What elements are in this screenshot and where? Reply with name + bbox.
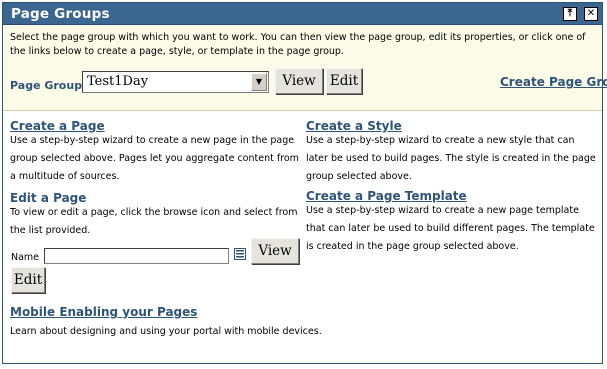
create-page-link[interactable]: Create a Page xyxy=(10,119,105,133)
page-group-selector-band: Select the page group with which you wan… xyxy=(3,26,607,111)
page-name-input[interactable] xyxy=(44,248,229,264)
create-page-group-link[interactable]: Create Page Group xyxy=(500,75,607,89)
page-groups-portlet: Page Groups ⤒ ✕ Select the page group wi… xyxy=(2,2,607,364)
portlet-title: Page Groups xyxy=(11,6,110,22)
create-page-description: Use a step-by-step wizard to create a ne… xyxy=(10,135,299,182)
chevron-down-icon[interactable]: ▼ xyxy=(251,73,267,91)
edit-page-description: To view or edit a page, click the browse… xyxy=(10,207,298,236)
intro-text: Select the page group with which you wan… xyxy=(10,32,586,57)
move-up-icon[interactable]: ⤒ xyxy=(563,7,577,21)
mobile-enabling-description: Learn about designing and using your por… xyxy=(10,326,322,337)
edit-page-group-button[interactable]: Edit xyxy=(326,68,362,94)
create-page-template-link[interactable]: Create a Page Template xyxy=(306,189,467,203)
create-style-link[interactable]: Create a Style xyxy=(306,119,402,133)
browse-list-icon[interactable] xyxy=(234,248,246,260)
create-page-template-description: Use a step-by-step wizard to create a ne… xyxy=(306,205,595,252)
edit-page-heading: Edit a Page xyxy=(10,191,87,205)
page-group-selected-value: Test1Day xyxy=(87,74,149,89)
view-page-group-button[interactable]: View xyxy=(275,68,323,94)
page-group-select[interactable]: Test1Day ▼ xyxy=(82,71,269,93)
portlet-titlebar: Page Groups ⤒ ✕ xyxy=(3,3,602,25)
close-icon[interactable]: ✕ xyxy=(584,7,598,21)
mobile-enabling-link[interactable]: Mobile Enabling your Pages xyxy=(10,305,197,319)
view-page-button[interactable]: View xyxy=(251,238,299,264)
edit-page-button[interactable]: Edit xyxy=(11,267,45,293)
page-group-label: Page Group xyxy=(10,79,83,92)
name-label: Name xyxy=(11,252,40,263)
create-style-description: Use a step-by-step wizard to create a ne… xyxy=(306,135,596,182)
